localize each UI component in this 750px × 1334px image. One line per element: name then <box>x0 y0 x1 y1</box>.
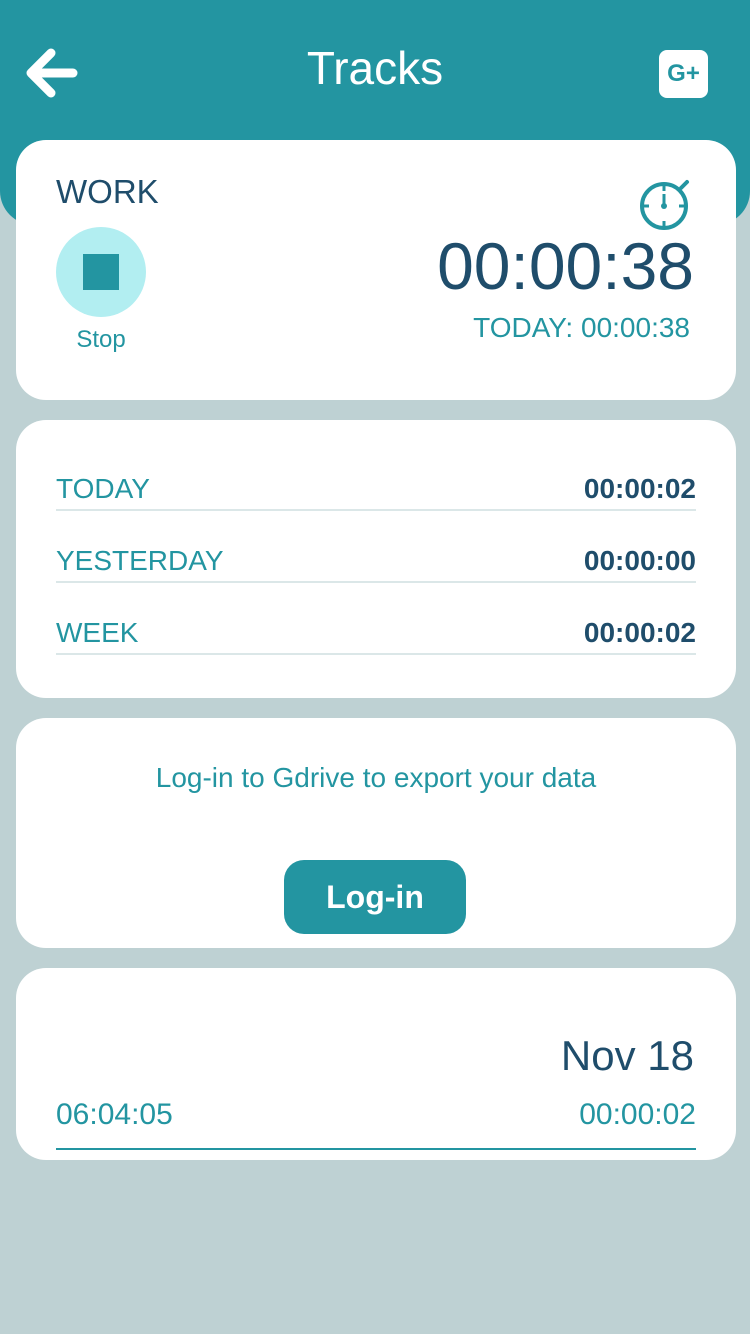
stop-icon <box>83 254 119 290</box>
tracks-screen: Tracks G+ WORK Stop 00:00:38 TODAY: 00:0… <box>0 0 750 1334</box>
login-message: Log-in to Gdrive to export your data <box>155 762 597 793</box>
log-card: Nov 18 06:04:05 00:00:02 <box>16 968 736 1160</box>
log-duration: 00:00:02 <box>579 1098 696 1131</box>
login-button[interactable]: Log-in <box>284 860 466 934</box>
page-title: Tracks <box>306 42 444 94</box>
stat-label: TODAY <box>56 473 150 504</box>
log-entry[interactable]: 06:04:05 00:00:02 <box>56 1098 696 1150</box>
today-total: TODAY: 00:00:38 <box>473 312 690 343</box>
task-name: WORK <box>56 173 159 210</box>
stat-value: 00:00:02 <box>583 617 696 648</box>
stat-label: WEEK <box>56 617 139 648</box>
stat-row-yesterday: YESTERDAY 00:00:00 <box>56 540 696 583</box>
log-date: Nov 18 <box>560 1032 694 1079</box>
stat-row-today: TODAY 00:00:02 <box>56 468 696 511</box>
stop-label: Stop <box>76 326 126 353</box>
elapsed-time: 00:00:38 <box>437 229 694 303</box>
stat-value: 00:00:02 <box>583 473 696 504</box>
stop-button[interactable] <box>56 227 146 317</box>
stopwatch-icon <box>640 180 689 230</box>
stat-row-week: WEEK 00:00:02 <box>56 612 696 655</box>
timer-card: WORK Stop 00:00:38 TODAY: 00:00:38 <box>16 140 736 400</box>
google-plus-icon: G+ <box>667 60 700 87</box>
stat-value: 00:00:00 <box>583 545 696 576</box>
stats-card: TODAY 00:00:02 YESTERDAY 00:00:00 WEEK 0… <box>16 420 736 698</box>
stat-label: YESTERDAY <box>56 545 224 576</box>
google-plus-button[interactable]: G+ <box>659 50 708 98</box>
login-card: Log-in to Gdrive to export your data Log… <box>16 718 736 948</box>
log-start-time: 06:04:05 <box>56 1098 173 1131</box>
